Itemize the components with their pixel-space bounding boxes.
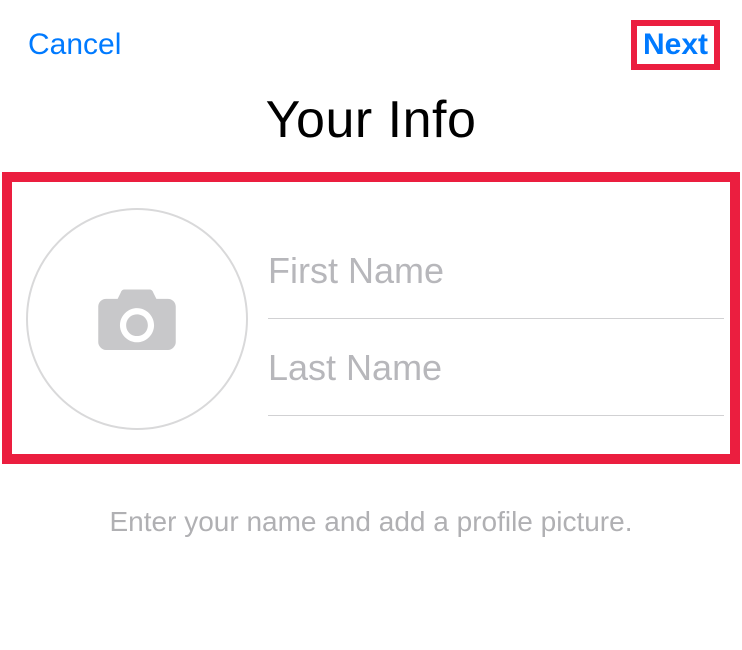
nav-header: Cancel Next: [0, 0, 742, 84]
last-name-field[interactable]: [268, 319, 724, 416]
next-button[interactable]: Next: [643, 28, 708, 62]
name-fields: [268, 222, 724, 416]
profile-picture-button[interactable]: [26, 208, 248, 430]
profile-form-highlight-box: [2, 172, 740, 464]
camera-icon: [98, 288, 176, 350]
page-title: Your Info: [0, 90, 742, 150]
hint-text: Enter your name and add a profile pictur…: [0, 506, 742, 538]
next-highlight-box: Next: [631, 20, 720, 70]
first-name-field[interactable]: [268, 222, 724, 319]
cancel-button[interactable]: Cancel: [28, 28, 121, 62]
